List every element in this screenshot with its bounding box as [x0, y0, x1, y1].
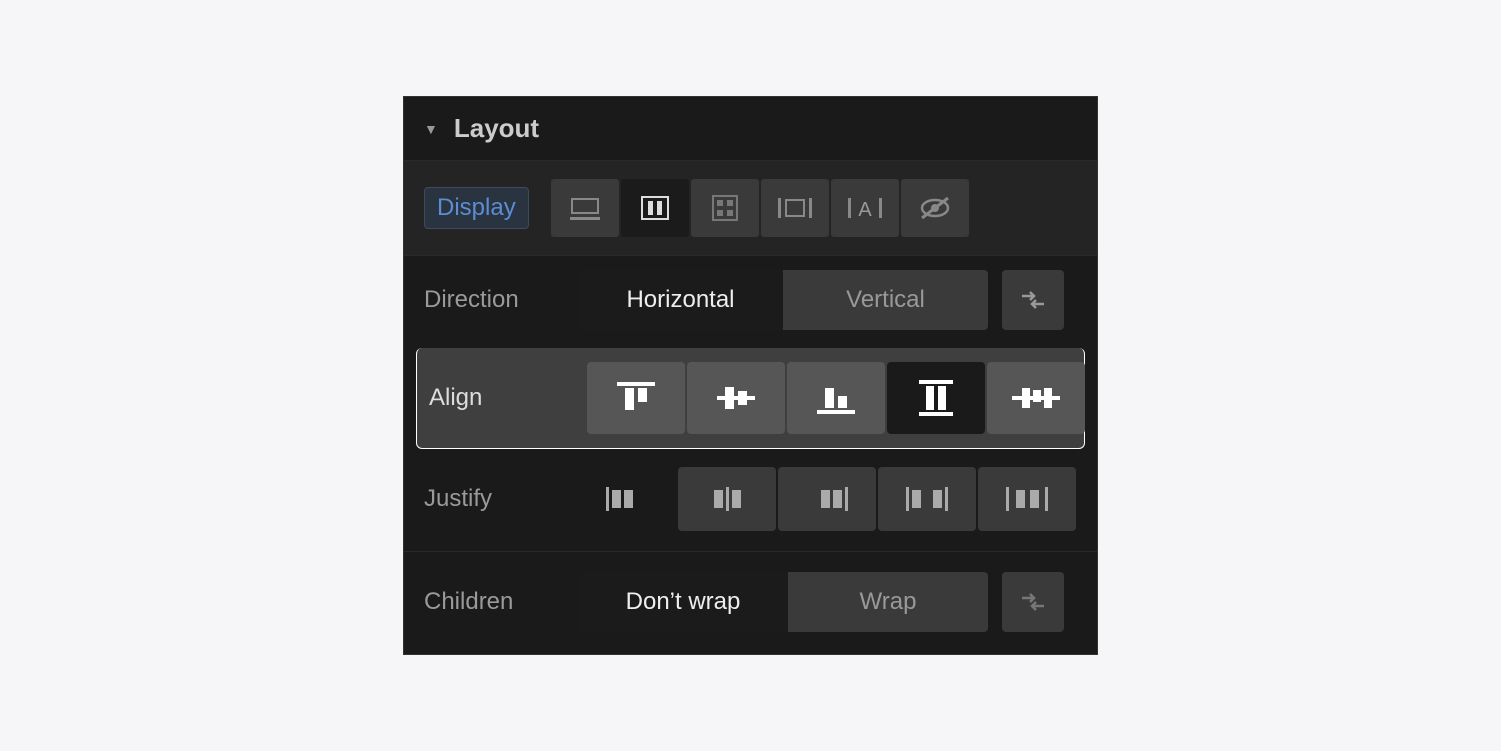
display-inline-icon: A [848, 196, 882, 220]
direction-options: Horizontal Vertical [578, 270, 988, 330]
direction-horizontal-button[interactable]: Horizontal [578, 270, 783, 330]
children-row: Children Don’t wrap Wrap [404, 558, 1097, 654]
align-bottom-icon [813, 378, 859, 418]
svg-text:A: A [858, 199, 872, 220]
align-end-button[interactable] [787, 362, 885, 434]
align-options [587, 362, 1085, 434]
display-row: Display A [404, 161, 1097, 256]
align-start-button[interactable] [587, 362, 685, 434]
justify-between-icon [902, 481, 952, 517]
wrap-options: Don’t wrap Wrap [578, 572, 988, 632]
align-baseline-button[interactable] [987, 362, 1085, 434]
display-inline-button[interactable]: A [831, 179, 899, 237]
direction-vertical-button[interactable]: Vertical [783, 270, 988, 330]
align-center-button[interactable] [687, 362, 785, 434]
align-baseline-icon [1010, 378, 1062, 418]
justify-start-icon [602, 481, 652, 517]
justify-row: Justify [404, 453, 1097, 545]
align-top-icon [613, 378, 659, 418]
children-wrap-button[interactable]: Wrap [788, 572, 988, 632]
align-stretch-button[interactable] [887, 362, 985, 434]
justify-end-button[interactable] [778, 467, 876, 531]
panel-title: Layout [454, 113, 539, 144]
justify-around-button[interactable] [978, 467, 1076, 531]
display-flex-icon [640, 195, 670, 221]
display-block-button[interactable] [551, 179, 619, 237]
display-grid-button[interactable] [691, 179, 759, 237]
swap-arrows-icon [1018, 588, 1048, 616]
justify-around-icon [1002, 481, 1052, 517]
align-label: Align [425, 384, 573, 412]
swap-arrows-icon [1018, 286, 1048, 314]
justify-start-button[interactable] [578, 467, 676, 531]
display-grid-icon [711, 194, 739, 222]
display-inline-block-icon [778, 196, 812, 220]
justify-center-button[interactable] [678, 467, 776, 531]
display-flex-button[interactable] [621, 179, 689, 237]
display-none-icon [918, 196, 952, 220]
justify-between-button[interactable] [878, 467, 976, 531]
direction-reverse-button[interactable] [1002, 270, 1064, 330]
display-label[interactable]: Display [424, 187, 529, 229]
display-options: A [551, 179, 969, 237]
justify-end-icon [802, 481, 852, 517]
justify-center-icon [702, 481, 752, 517]
align-middle-icon [713, 378, 759, 418]
collapse-caret-icon: ▼ [424, 121, 438, 137]
separator [404, 551, 1097, 552]
direction-label: Direction [424, 286, 564, 314]
display-block-icon [570, 195, 600, 221]
align-row: Align [416, 348, 1085, 449]
align-stretch-icon [913, 378, 959, 418]
display-none-button[interactable] [901, 179, 969, 237]
children-label: Children [424, 588, 564, 616]
direction-row: Direction Horizontal Vertical [404, 256, 1097, 344]
justify-label: Justify [424, 485, 564, 513]
children-nowrap-button[interactable]: Don’t wrap [578, 572, 788, 632]
panel-header[interactable]: ▼ Layout [404, 97, 1097, 161]
justify-options [578, 467, 1076, 531]
children-reverse-button[interactable] [1002, 572, 1064, 632]
display-inline-block-button[interactable] [761, 179, 829, 237]
layout-panel: ▼ Layout Display A Di [403, 96, 1098, 655]
